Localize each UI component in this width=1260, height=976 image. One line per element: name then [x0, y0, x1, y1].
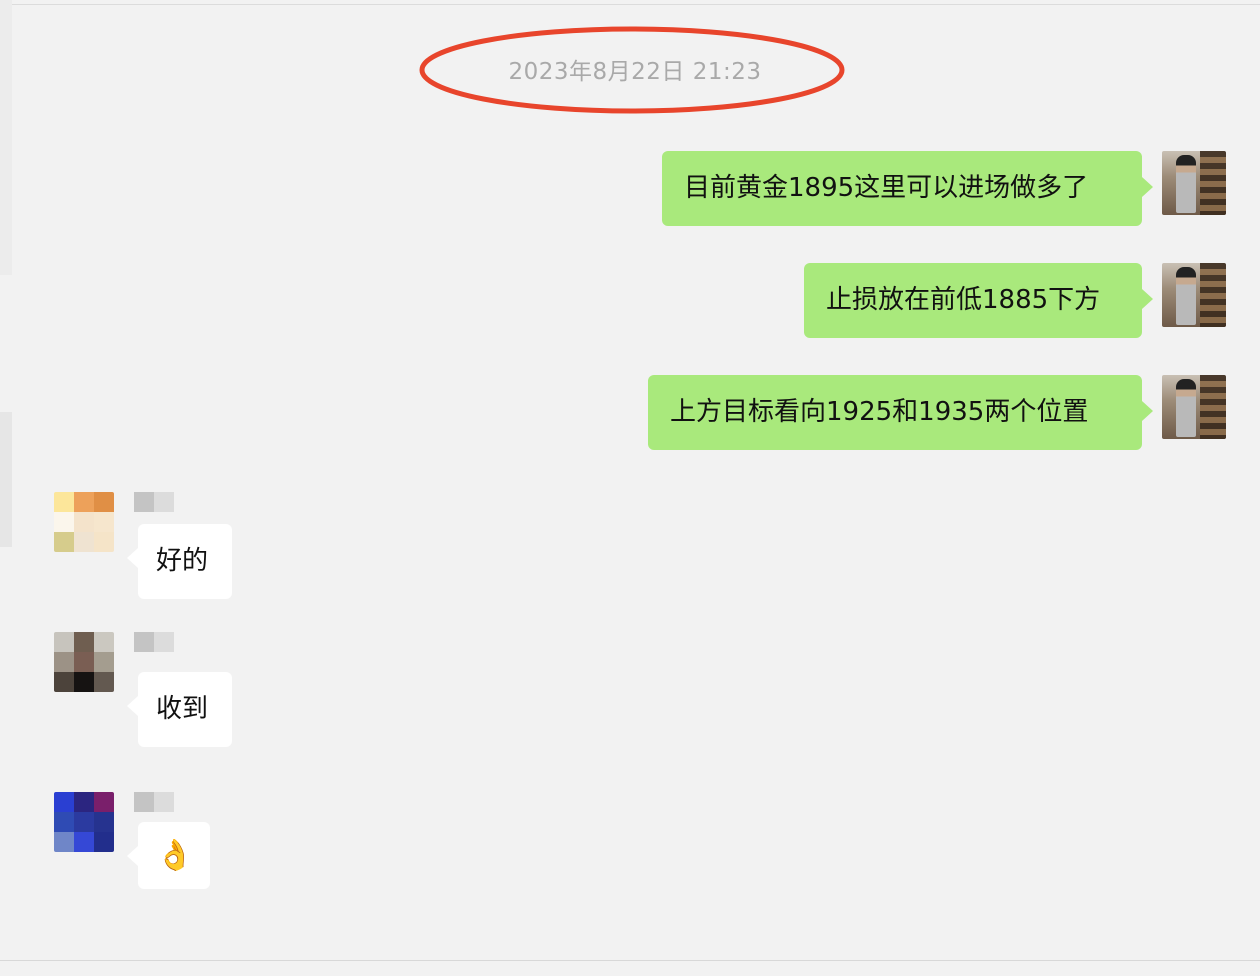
avatar[interactable]: [1162, 151, 1226, 215]
incoming-message-bubble[interactable]: 👌: [127, 822, 210, 889]
avatar-image: [1176, 155, 1196, 213]
outgoing-message-bubble[interactable]: 上方目标看向1925和1935两个位置: [648, 375, 1153, 450]
outgoing-message-bubble[interactable]: 目前黄金1895这里可以进场做多了: [662, 151, 1153, 226]
message-text: 上方目标看向1925和1935两个位置: [670, 397, 1089, 427]
sender-name: [134, 792, 174, 812]
left-edge-strip: [0, 0, 12, 275]
left-edge-strip: [0, 412, 12, 547]
avatar[interactable]: [54, 792, 114, 852]
avatar-image: [1200, 263, 1226, 327]
sender-name: [134, 492, 174, 512]
outgoing-message-bubble[interactable]: 止损放在前低1885下方: [804, 263, 1153, 338]
avatar[interactable]: [1162, 375, 1226, 439]
message-text: 止损放在前低1885下方: [826, 285, 1101, 315]
avatar-image: [1200, 151, 1226, 215]
top-divider: [0, 4, 1260, 5]
message-text: 收到: [156, 694, 209, 724]
message-text: 好的: [156, 546, 209, 576]
sender-name: [134, 632, 174, 652]
highlight-ellipse: [419, 26, 845, 114]
avatar-image: [1176, 267, 1196, 325]
bottom-divider: [0, 960, 1260, 961]
incoming-message-bubble[interactable]: 好的: [127, 524, 232, 599]
ok-hand-emoji: 👌: [156, 838, 194, 873]
avatar[interactable]: [54, 632, 114, 692]
avatar[interactable]: [54, 492, 114, 552]
avatar[interactable]: [1162, 263, 1226, 327]
avatar-image: [1176, 379, 1196, 437]
message-text: 目前黄金1895这里可以进场做多了: [684, 173, 1089, 203]
incoming-message-bubble[interactable]: 收到: [127, 672, 232, 747]
avatar-image: [1200, 375, 1226, 439]
